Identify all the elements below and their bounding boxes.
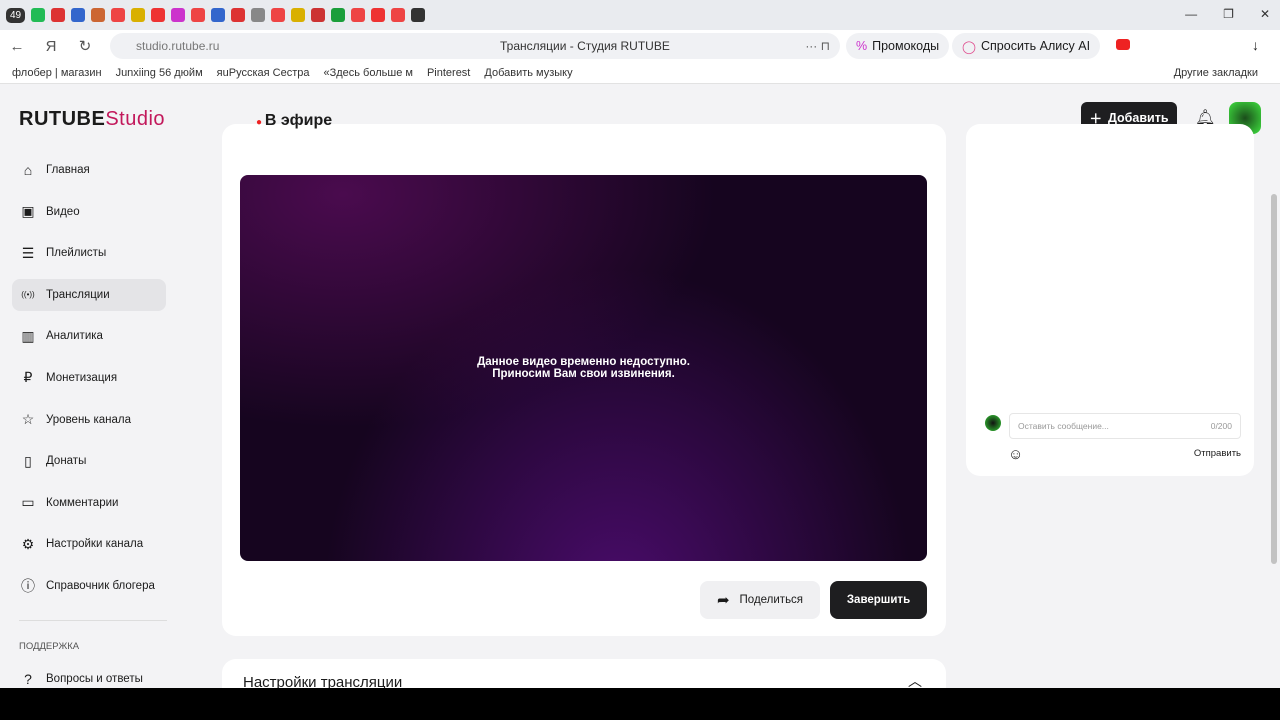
- info-icon: ⓘ: [21, 577, 35, 594]
- browser-tab-strip[interactable]: 49 — ❐ ✕: [0, 0, 1280, 30]
- youtube-icon[interactable]: [1116, 39, 1130, 50]
- scrollbar[interactable]: [1268, 84, 1280, 688]
- download-icon[interactable]: ↓: [1252, 37, 1259, 53]
- player-message: Приносим Вам свои извинения.: [492, 368, 675, 380]
- question-icon: ?: [24, 671, 32, 687]
- support-heading: ПОДДЕРЖКА: [19, 641, 80, 652]
- sidebar-item-playlists[interactable]: ☰ Плейлисты: [12, 237, 166, 269]
- yandex-icon[interactable]: Я: [34, 38, 68, 55]
- close-icon[interactable]: ✕: [1260, 7, 1270, 21]
- reload-icon[interactable]: ↻: [68, 37, 102, 55]
- chat-avatar: [985, 415, 1001, 431]
- minimize-icon[interactable]: —: [1185, 7, 1197, 21]
- ruble-icon: ₽: [23, 369, 33, 386]
- bookmark-item[interactable]: яuРусская Сестра: [217, 67, 310, 79]
- sidebar-item-video[interactable]: ▣ Видео: [12, 196, 166, 228]
- player-message: Данное видео временно недоступно.: [477, 356, 690, 368]
- sidebar-item-blogger-guide[interactable]: ⓘ Справочник блогера: [12, 570, 166, 602]
- bookmark-item[interactable]: Pinterest: [427, 67, 470, 79]
- sidebar-item-analytics[interactable]: ▥ Аналитика: [12, 320, 166, 352]
- playlist-icon: ☰: [21, 244, 35, 261]
- logo[interactable]: RUTUBEStudio: [19, 108, 165, 131]
- analytics-icon: ▥: [21, 327, 35, 344]
- bookmark-icon[interactable]: ··· ⊓: [805, 39, 830, 53]
- bookmark-item[interactable]: «Здесь больше м: [323, 67, 412, 79]
- sidebar-item-channel-level[interactable]: ☆ Уровень канала: [12, 404, 166, 436]
- address-bar: ← Я ↻ studio.rutube.ru Трансляции - Студ…: [0, 30, 1280, 62]
- stream-settings-section[interactable]: Настройки трансляции ︿: [222, 659, 946, 688]
- bookmarks-bar: флобер | магазин Junxiing 56 дюйм яuРусс…: [0, 62, 1280, 84]
- studio-app: RUTUBEStudio ＋ Добавить 🔔︎ ⌂ Главная ▣ Виде…: [0, 84, 1268, 688]
- sidebar-item-donations[interactable]: ▯ Донаты: [12, 445, 166, 477]
- bookmark-item[interactable]: флобер | магазин: [12, 67, 102, 79]
- send-button[interactable]: Отправить: [1194, 448, 1241, 459]
- chat-message-input[interactable]: Оставить сообщение... 0/200: [1009, 413, 1241, 439]
- page-title: Трансляции - Студия RUTUBE: [500, 39, 670, 53]
- sidebar-item-streams[interactable]: ((•)) Трансляции: [12, 278, 166, 311]
- home-icon: ⌂: [23, 162, 33, 178]
- gear-icon: ⚙: [21, 535, 35, 552]
- sidebar-item-monetization[interactable]: ₽ Монетизация: [12, 362, 166, 394]
- tab-count[interactable]: 49: [6, 7, 26, 23]
- video-icon: ▣: [21, 203, 35, 220]
- promo-button[interactable]: % Промокоды: [846, 33, 950, 59]
- bookmark-item[interactable]: Добавить музыку: [484, 67, 572, 79]
- share-button[interactable]: ➦ Поделиться: [700, 581, 820, 619]
- url-field[interactable]: studio.rutube.ru Трансляции - Студия RUT…: [110, 33, 840, 59]
- back-icon[interactable]: ←: [0, 38, 34, 55]
- sidebar-item-home[interactable]: ⌂ Главная: [12, 154, 166, 186]
- section-title: Настройки трансляции: [243, 674, 403, 688]
- sidebar: ⌂ Главная ▣ Видео ☰ Плейлисты ((•)) Трансляц…: [12, 154, 166, 612]
- star-icon: ☆: [21, 411, 35, 428]
- alice-button[interactable]: ◯ Спросить Алису AI: [952, 33, 1101, 59]
- share-icon: ➦: [716, 592, 730, 609]
- chevron-up-icon[interactable]: ︿: [908, 671, 922, 688]
- sidebar-item-faq[interactable]: ? Вопросы и ответы: [12, 663, 166, 688]
- comment-icon: ▭: [21, 494, 35, 511]
- stream-card: ● В эфире Данное видео временно недоступ…: [222, 112, 946, 636]
- chat-panel: Оставить сообщение... 0/200 ☺ Отправить: [966, 124, 1254, 476]
- other-bookmarks[interactable]: Другие закладки: [1174, 67, 1258, 79]
- divider: [19, 620, 167, 621]
- live-title: ● В эфире: [256, 112, 333, 129]
- restore-icon[interactable]: ❐: [1223, 7, 1234, 21]
- sidebar-item-comments[interactable]: ▭ Комментарии: [12, 487, 166, 519]
- broadcast-icon: ((•)): [21, 290, 35, 300]
- sidebar-item-channel-settings[interactable]: ⚙ Настройки канала: [12, 528, 166, 560]
- donation-icon: ▯: [24, 452, 32, 469]
- char-counter: 0/200: [1210, 421, 1232, 431]
- video-player[interactable]: Данное видео временно недоступно. Принос…: [240, 175, 927, 561]
- emoji-icon[interactable]: ☺: [1008, 446, 1023, 463]
- bookmark-item[interactable]: Junxiing 56 дюйм: [116, 67, 203, 79]
- finish-button[interactable]: Завершить: [830, 581, 927, 619]
